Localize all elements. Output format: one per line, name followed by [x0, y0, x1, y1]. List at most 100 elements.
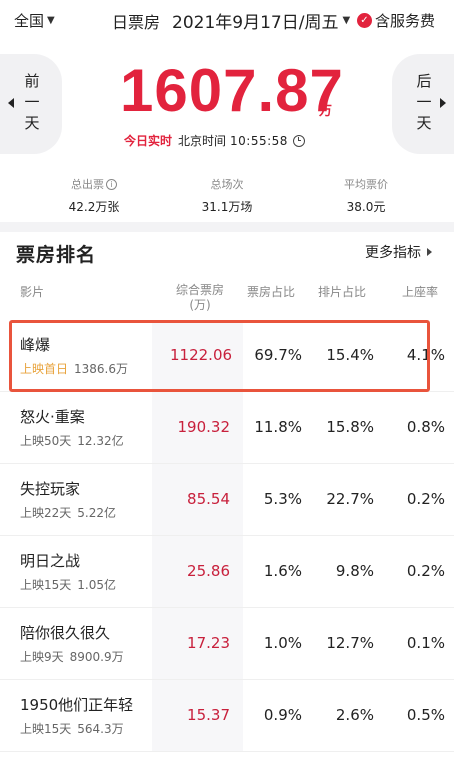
service-fee-label: 含服务费	[375, 12, 436, 30]
caret-right-icon	[427, 248, 432, 256]
header-movie[interactable]: 影片	[20, 283, 44, 300]
seat-rate: 4.1%	[406, 346, 445, 364]
stat-value: 38.0元	[346, 200, 386, 214]
table-row[interactable]: 峰爆 上映首日 1386.6万 1122.06 69.7% 15.4% 4.1%	[0, 320, 454, 392]
release-tag: 上映15天	[20, 722, 72, 736]
clock-icon	[292, 134, 305, 147]
schedule-share: 15.4%	[326, 346, 374, 364]
live-time: 10:55:58	[230, 133, 288, 148]
daily-gross: 1122.06	[170, 346, 233, 364]
seat-rate: 0.1%	[406, 634, 445, 652]
live-status: 今日实时 北京时间 10:55:58	[124, 132, 305, 149]
stat-value: 31.1万场	[201, 200, 253, 214]
header-gross-line1: 综合票房	[176, 283, 225, 297]
service-fee-toggle[interactable]: ✓ 含服务费	[357, 10, 435, 31]
more-metrics-button[interactable]: 更多指标	[365, 242, 432, 262]
daily-gross: 25.86	[187, 562, 230, 580]
movie-subinfo: 上映15天 1.05亿	[20, 576, 116, 593]
section-divider	[0, 222, 454, 232]
table-row[interactable]: 1950他们正年轻上映15天 564.3万 15.37 0.9% 2.6% 0.5%	[0, 680, 454, 752]
schedule-share: 15.8%	[326, 418, 374, 436]
cumulative-gross: 12.32亿	[77, 434, 124, 448]
header-seat[interactable]: 上座率	[402, 283, 438, 300]
date-selector[interactable]: 2021年9月17日/周五 ▼	[172, 8, 350, 33]
release-tag: 上映15天	[20, 578, 72, 592]
header-share[interactable]: 票房占比	[247, 283, 295, 300]
stat-label: 平均票价	[344, 178, 388, 191]
movie-name: 1950他们正年轻	[20, 696, 134, 714]
stat-label: 总出票	[71, 178, 104, 191]
seat-rate: 0.2%	[406, 490, 445, 508]
cumulative-gross: 1.05亿	[77, 578, 117, 592]
gross-share: 0.9%	[263, 706, 302, 724]
schedule-share: 2.6%	[335, 706, 374, 724]
next-day-button[interactable]: 后一天	[392, 54, 454, 154]
table-row[interactable]: 陪你很久很久上映9天 8900.9万 17.23 1.0% 12.7% 0.1%	[0, 608, 454, 680]
release-tag: 上映首日	[20, 362, 69, 376]
daily-gross: 190.32	[177, 418, 231, 436]
movie-name: 失控玩家	[20, 480, 81, 498]
gross-share: 1.0%	[263, 634, 302, 652]
header-gross-line2: (万)	[189, 298, 211, 312]
arrow-left-icon	[8, 98, 14, 108]
movie-name: 怒火·重案	[20, 408, 85, 426]
caret-down-icon: ▼	[47, 15, 55, 26]
stat-label: 总场次	[210, 178, 244, 191]
seat-rate: 0.5%	[406, 706, 445, 724]
cumulative-gross: 564.3万	[77, 722, 124, 736]
ranking-title: 票房排名	[16, 244, 97, 266]
caret-down-icon: ▼	[342, 15, 351, 26]
daily-gross: 85.54	[187, 490, 230, 508]
daily-gross: 17.23	[187, 634, 230, 652]
movie-name: 陪你很久很久	[20, 624, 111, 642]
movie-subinfo: 上映15天 564.3万	[20, 720, 124, 737]
stat-avg-price: 平均票价 38.0元	[306, 176, 426, 215]
stat-tickets: 总出票 i 42.2万张	[34, 176, 154, 215]
header-schedule[interactable]: 排片占比	[318, 283, 366, 300]
header-gross[interactable]: 综合票房 (万)	[176, 283, 224, 313]
arrow-right-icon	[440, 98, 446, 108]
date-label: 2021年9月17日/周五	[172, 13, 339, 33]
table-row[interactable]: 明日之战上映15天 1.05亿 25.86 1.6% 9.8% 0.2%	[0, 536, 454, 608]
schedule-share: 9.8%	[335, 562, 374, 580]
prev-day-label: 前一天	[22, 72, 41, 136]
more-metrics-label: 更多指标	[365, 245, 421, 261]
release-tag: 上映22天	[20, 506, 72, 520]
movie-name: 峰爆	[20, 336, 51, 354]
region-label: 全国	[14, 12, 45, 30]
summary-stats: 总出票 i 42.2万张 总场次 31.1万场 平均票价 38.0元	[0, 176, 454, 216]
release-tag: 上映50天	[20, 434, 72, 448]
schedule-share: 12.7%	[326, 634, 374, 652]
check-circle-icon: ✓	[357, 13, 372, 28]
gross-share: 11.8%	[254, 418, 302, 436]
stat-value: 42.2万张	[68, 200, 120, 214]
total-box-office: 1607.87	[120, 57, 344, 124]
timezone-label: 北京时间	[178, 134, 227, 148]
movie-subinfo: 上映9天 8900.9万	[20, 648, 124, 665]
seat-rate: 0.2%	[406, 562, 445, 580]
gross-share: 1.6%	[263, 562, 302, 580]
table-row[interactable]: 失控玩家上映22天 5.22亿 85.54 5.3% 22.7% 0.2%	[0, 464, 454, 536]
gross-share: 5.3%	[263, 490, 302, 508]
region-selector[interactable]: 全国 ▼	[14, 10, 55, 31]
next-day-label: 后一天	[414, 72, 433, 136]
cumulative-gross: 5.22亿	[77, 506, 117, 520]
live-label: 今日实时	[124, 134, 173, 148]
movie-subinfo: 上映首日 1386.6万	[20, 360, 128, 377]
info-icon[interactable]: i	[106, 178, 117, 190]
daily-gross: 15.37	[187, 706, 230, 724]
top-bar: 全国 ▼ 日票房 2021年9月17日/周五 ▼ ✓ 含服务费	[0, 0, 454, 40]
movie-name: 明日之战	[20, 552, 81, 570]
release-tag: 上映9天	[20, 650, 64, 664]
cumulative-gross: 1386.6万	[74, 362, 129, 376]
prev-day-button[interactable]: 前一天	[0, 54, 62, 154]
total-unit: 万	[319, 104, 333, 119]
table-row[interactable]: 怒火·重案上映50天 12.32亿 190.32 11.8% 15.8% 0.8%	[0, 392, 454, 464]
page-title: 日票房	[112, 13, 161, 32]
movie-subinfo: 上映22天 5.22亿	[20, 504, 116, 521]
movie-subinfo: 上映50天 12.32亿	[20, 432, 124, 449]
schedule-share: 22.7%	[326, 490, 374, 508]
cumulative-gross: 8900.9万	[69, 650, 124, 664]
stat-shows: 总场次 31.1万场	[167, 176, 287, 215]
seat-rate: 0.8%	[406, 418, 445, 436]
